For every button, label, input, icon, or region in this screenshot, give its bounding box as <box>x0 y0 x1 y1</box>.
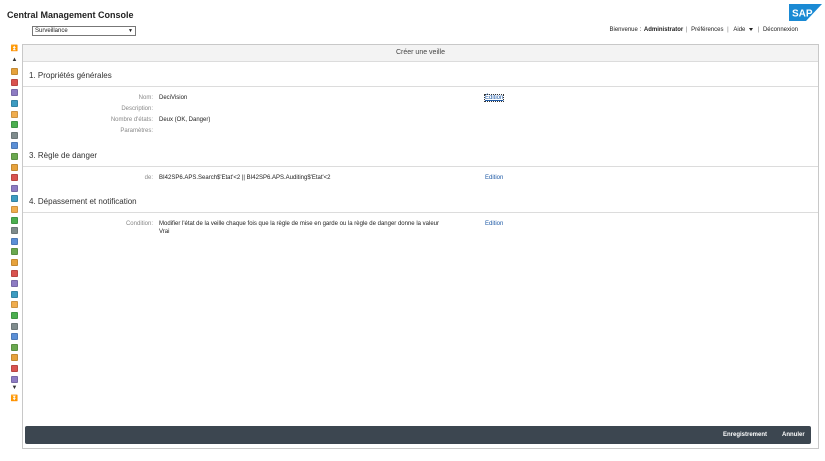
left-icon-rail: ⏫ ▲ ▼ ⏬ <box>9 44 20 428</box>
field-value-name: DeciVision <box>159 95 188 101</box>
field-label-rule: de: <box>144 175 153 181</box>
field-value-condition-line1: Modifier l'état de la veille chaque fois… <box>159 221 439 227</box>
chevron-down-icon: ▼ <box>128 28 133 34</box>
report-icon[interactable] <box>11 375 18 383</box>
section-divider <box>23 212 818 213</box>
network-icon[interactable] <box>11 312 18 319</box>
user-bar: Bienvenue : Administrator | Préférences … <box>608 27 799 33</box>
pie-icon[interactable] <box>11 280 18 288</box>
divider: | <box>727 27 729 33</box>
workspace-select[interactable]: Surveillance ▼ <box>32 26 136 36</box>
grid-icon[interactable] <box>11 163 18 171</box>
heart-icon[interactable] <box>11 290 18 298</box>
help-label: Aide <box>733 27 746 33</box>
action-footer: Enregistrement Annuler <box>25 426 811 444</box>
calendar-icon[interactable] <box>11 68 18 76</box>
scroll-bottom-icon[interactable]: ⏬ <box>10 396 19 402</box>
star-icon[interactable] <box>11 365 18 372</box>
folder-icon[interactable] <box>11 78 18 86</box>
field-value-condition-line2: Vrai <box>159 229 170 235</box>
preferences-link[interactable]: Préférences <box>691 27 723 33</box>
tag-icon[interactable] <box>11 259 18 266</box>
welcome-text: Bienvenue : <box>609 27 642 33</box>
box-icon[interactable] <box>11 153 18 160</box>
main-panel: Créer une veille 1. Propriétés générales… <box>22 44 819 449</box>
chart-icon[interactable] <box>11 216 18 224</box>
document-icon[interactable] <box>11 195 18 203</box>
plugin-icon[interactable] <box>11 301 18 309</box>
scroll-up-icon[interactable]: ▲ <box>10 57 19 63</box>
field-label-name: Nom: <box>138 95 153 101</box>
scroll-down-icon[interactable]: ▼ <box>10 385 19 391</box>
user-name: Administrator <box>643 27 684 33</box>
field-value-rule: BI42SP6.APS.Search$'Etat'<2 || BI42SP6.A… <box>159 175 331 181</box>
lock-icon[interactable] <box>11 184 18 192</box>
gear-icon[interactable] <box>11 206 18 213</box>
field-value-states: Deux (OK, Danger) <box>159 117 211 123</box>
section-title-general: 1. Propriétés générales <box>29 71 112 80</box>
app-title: Central Management Console <box>7 10 134 20</box>
field-label-description: Description: <box>121 106 153 112</box>
edit-notification-button[interactable]: Edition <box>485 221 503 227</box>
sap-logo: SAP <box>789 4 822 21</box>
clock-icon[interactable] <box>11 322 18 330</box>
logout-link[interactable]: Déconnexion <box>763 27 798 33</box>
users-icon[interactable] <box>11 100 18 107</box>
calendar3-icon[interactable] <box>11 343 18 351</box>
list-icon[interactable] <box>11 174 18 182</box>
field-label-condition: Condition: <box>125 221 153 227</box>
cancel-button[interactable]: Annuler <box>782 426 805 444</box>
panel-title: Créer une veille <box>23 45 818 62</box>
info-icon[interactable] <box>11 227 18 235</box>
save-button[interactable]: Enregistrement <box>723 426 767 444</box>
server-icon[interactable] <box>11 110 18 118</box>
calendar2-icon[interactable] <box>11 89 18 97</box>
sap-logo-text: SAP <box>792 9 813 20</box>
brace-icon[interactable] <box>11 333 18 341</box>
key-icon[interactable] <box>11 142 18 150</box>
divider: | <box>685 27 688 33</box>
settings-icon[interactable] <box>11 248 18 256</box>
section-title-danger-rule: 3. Règle de danger <box>29 151 98 160</box>
edit-general-button[interactable]: Édition <box>483 94 505 102</box>
section-divider <box>23 166 818 167</box>
monitor-icon[interactable] <box>11 354 18 362</box>
workspace-select-value: Surveillance <box>35 28 68 34</box>
divider: | <box>757 27 760 33</box>
help-menu[interactable]: Aide <box>732 27 754 33</box>
scroll-top-icon[interactable]: ⏫ <box>10 46 19 52</box>
field-label-parameters: Paramètres: <box>120 128 153 134</box>
help-icon[interactable] <box>11 131 18 139</box>
tree-icon[interactable] <box>11 269 18 277</box>
group-icon[interactable] <box>11 121 18 129</box>
section-divider <box>23 86 818 87</box>
section-title-notification: 4. Dépassement et notification <box>29 197 137 206</box>
warning-icon[interactable] <box>11 237 18 245</box>
field-label-states: Nombre d'états: <box>110 117 153 123</box>
edit-danger-rule-button[interactable]: Edition <box>485 175 503 181</box>
caret-down-icon <box>749 27 754 31</box>
